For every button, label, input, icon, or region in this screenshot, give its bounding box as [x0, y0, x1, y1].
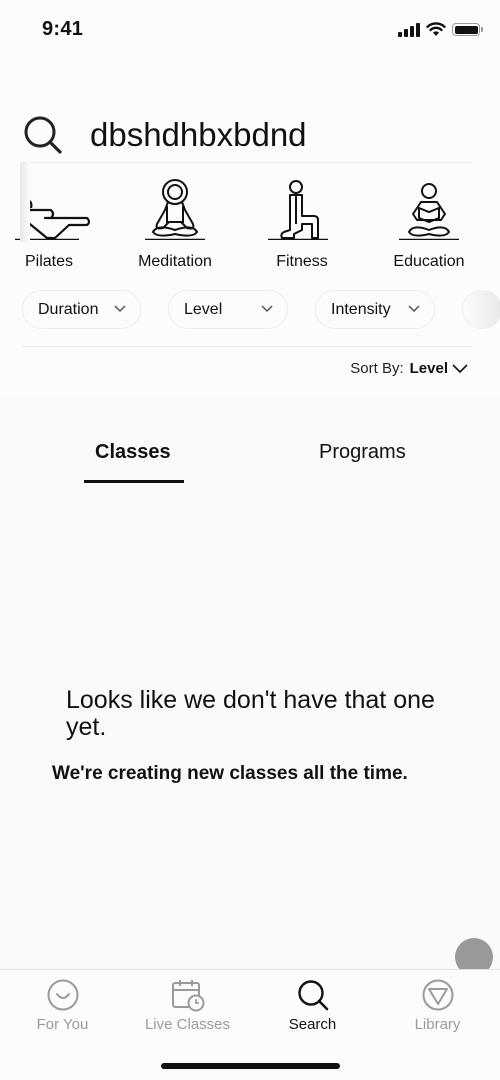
tabbar-live-classes[interactable]: Live Classes: [125, 978, 250, 1033]
tabbar-library[interactable]: Library: [375, 978, 500, 1033]
tabbar-search[interactable]: Search: [250, 978, 375, 1033]
tab-programs[interactable]: Programs: [319, 441, 406, 464]
search-icon: [22, 114, 64, 156]
search-icon: [297, 980, 328, 1011]
category-label: Pilates: [24, 253, 74, 270]
chevron-down-icon: [452, 363, 468, 373]
divider: [22, 162, 472, 163]
category-label: Fitness: [276, 253, 328, 270]
chevron-down-icon: [408, 305, 420, 313]
filter-label: Duration: [38, 300, 99, 318]
tabbar-label: Search: [288, 1016, 337, 1033]
tabbar-label: Live Classes: [144, 1016, 231, 1033]
meditation-icon: [145, 179, 205, 240]
fitness-icon: [268, 180, 328, 240]
filter-chips: Duration Level Intensity: [22, 290, 500, 330]
filter-level[interactable]: Level: [168, 290, 288, 329]
library-triangle-icon: [422, 979, 453, 1011]
battery-icon: [452, 23, 483, 36]
calendar-clock-icon: [171, 980, 204, 1012]
results-area: Classes Programs Looks like we don't hav…: [0, 395, 500, 969]
chevron-down-icon: [114, 305, 126, 313]
search-input[interactable]: [90, 116, 450, 154]
search-bar: [22, 110, 472, 160]
filter-more-partial[interactable]: [462, 290, 500, 329]
filter-label: Level: [184, 300, 223, 318]
category-carousel[interactable]: Pilates Meditation Fitness Education: [0, 170, 500, 270]
filter-label: Intensity: [331, 300, 391, 318]
empty-state-title: Looks like we don't have that one yet.: [66, 686, 435, 741]
category-pilates[interactable]: Pilates: [0, 178, 104, 270]
category-label: Education: [393, 253, 465, 270]
wifi-icon: [426, 22, 446, 36]
tab-classes[interactable]: Classes: [95, 441, 171, 464]
category-fitness[interactable]: Fitness: [247, 178, 357, 270]
smile-icon: [47, 979, 78, 1011]
active-tab-indicator: [84, 480, 184, 483]
cellular-signal-icon: [398, 22, 420, 37]
chevron-down-icon: [261, 305, 273, 313]
status-bar: 9:41: [0, 0, 500, 60]
education-icon: [399, 183, 459, 240]
divider: [22, 346, 472, 347]
filter-intensity[interactable]: Intensity: [315, 290, 435, 329]
filter-duration[interactable]: Duration: [22, 290, 141, 329]
sort-dropdown[interactable]: Sort By: Level: [350, 360, 468, 377]
tabbar-label: Library: [414, 1016, 461, 1033]
pilates-icon: [15, 198, 91, 240]
tabbar-label: For You: [36, 1016, 89, 1033]
home-indicator: [161, 1063, 340, 1069]
category-education[interactable]: Education: [374, 178, 484, 270]
empty-state-subtitle: We're creating new classes all the time.: [52, 763, 408, 784]
status-time: 9:41: [42, 18, 84, 40]
carousel-fade: [20, 162, 30, 242]
category-label: Meditation: [138, 253, 212, 270]
tabbar-for-you[interactable]: For You: [0, 978, 125, 1033]
sort-value: Level: [409, 360, 448, 377]
category-meditation[interactable]: Meditation: [120, 178, 230, 270]
status-icons: [398, 22, 483, 37]
sort-label: Sort By:: [350, 360, 404, 377]
